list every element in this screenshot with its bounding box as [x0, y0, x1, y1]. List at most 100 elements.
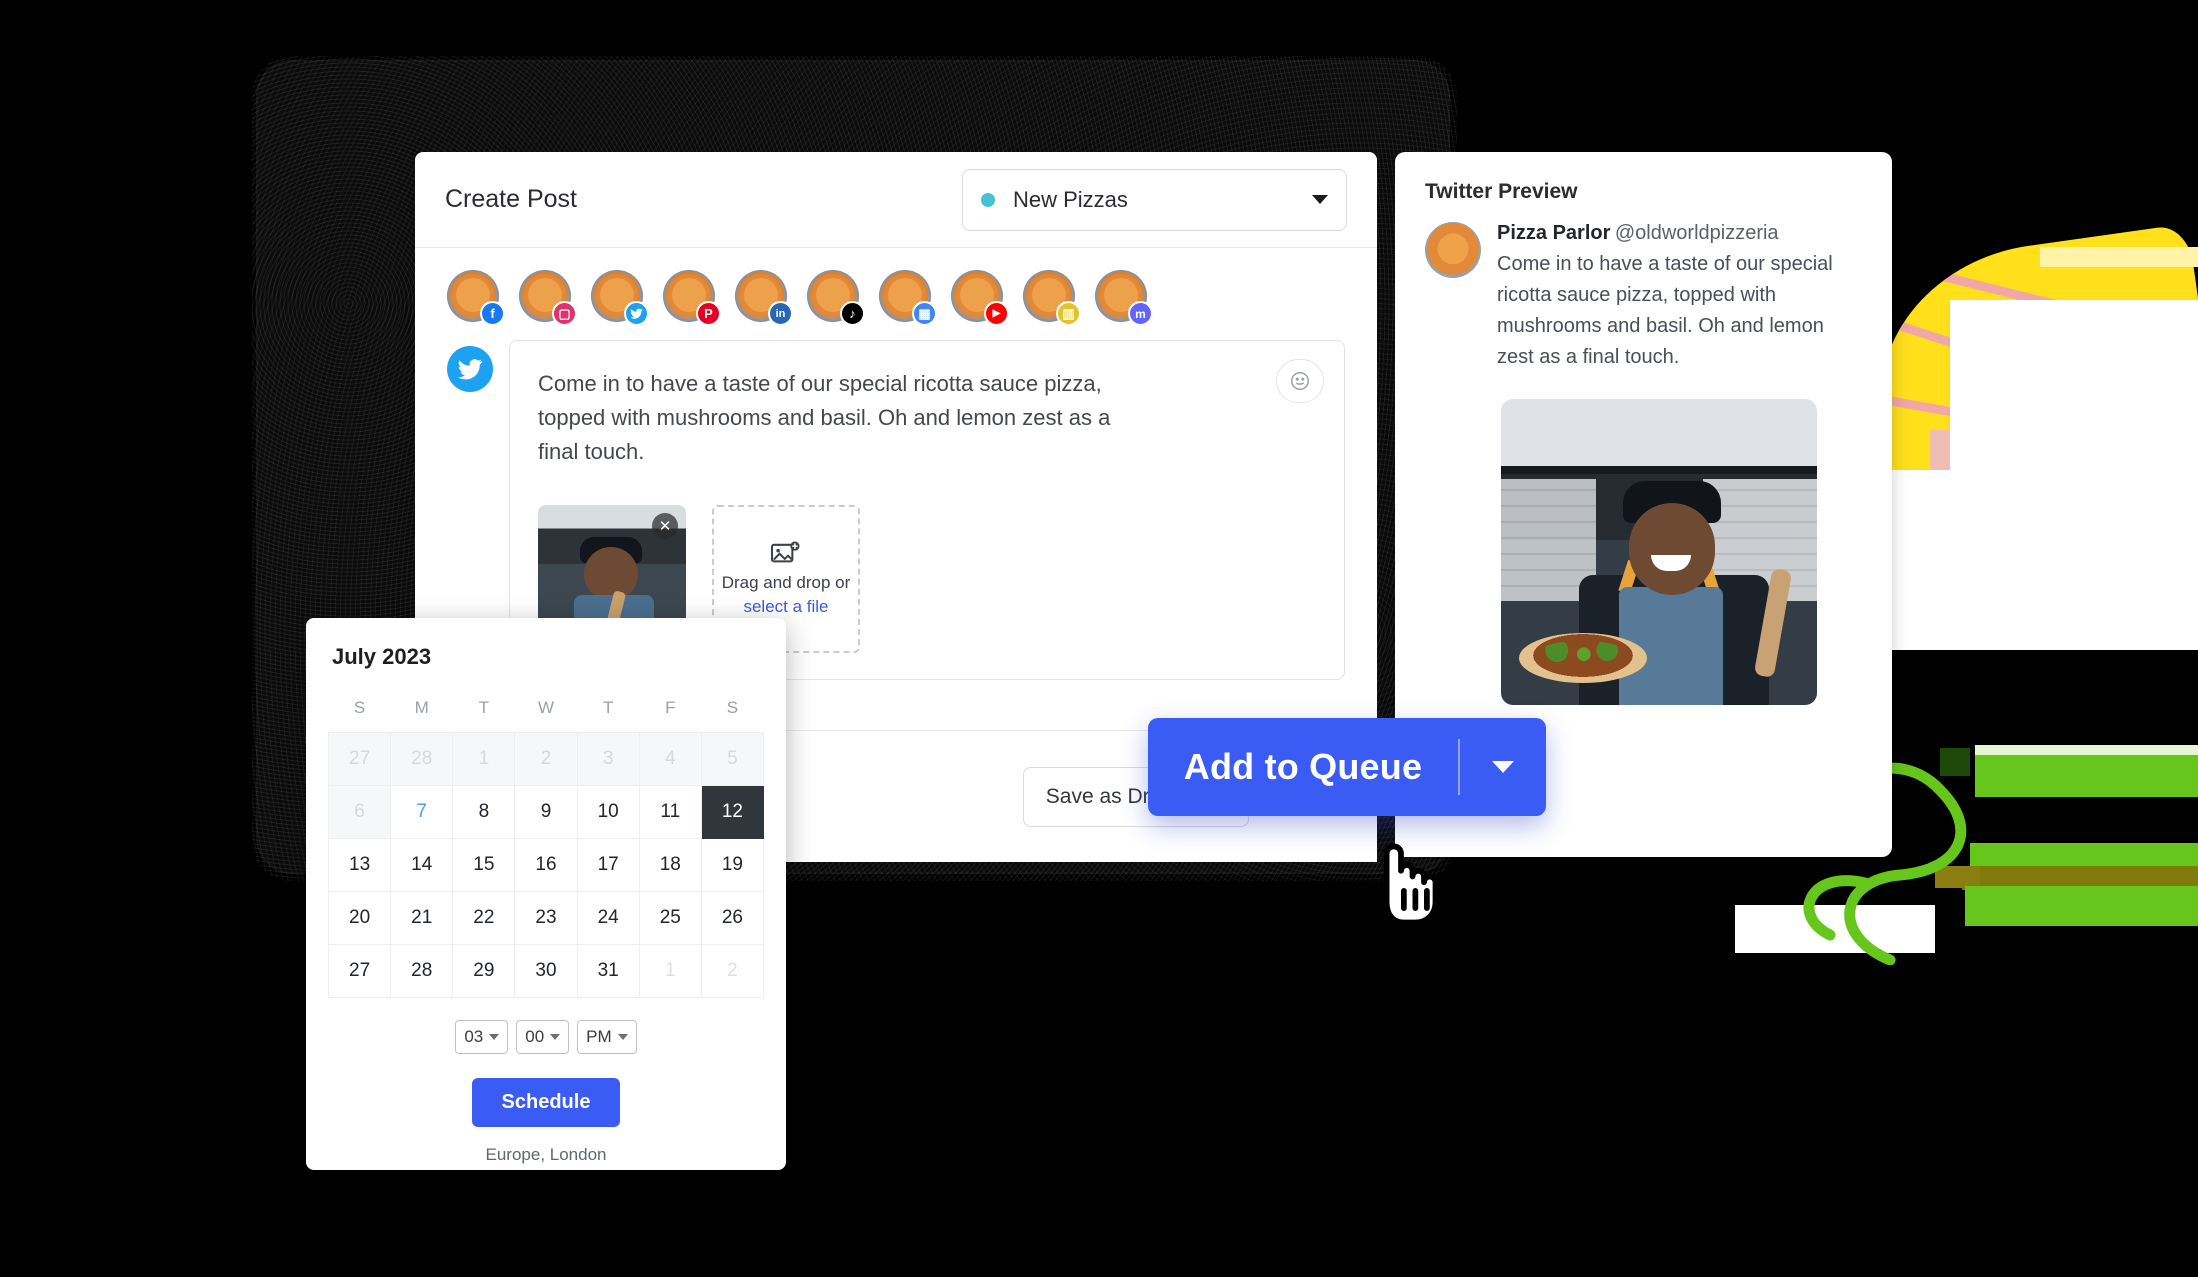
page-title: Create Post: [445, 185, 578, 213]
calendar-day-28[interactable]: 28: [390, 944, 454, 998]
meridiem-select[interactable]: PM: [577, 1020, 637, 1054]
calendar-day-16[interactable]: 16: [514, 838, 578, 892]
chevron-down-icon: [1312, 195, 1328, 204]
timezone-label: Europe, London: [485, 1145, 607, 1164]
account-avatar-facebook[interactable]: f: [447, 270, 505, 326]
time-picker-row: 03 00 PM: [328, 1020, 764, 1054]
calendar-day-31[interactable]: 31: [576, 944, 640, 998]
schedule-popover: July 2023 S M T W T F S 27 28 1 2 3 4 5 6 7 8 9 10 1…: [306, 618, 786, 1170]
account-avatar-linkedin[interactable]: in: [735, 270, 793, 326]
calendar-grid: S M T W T F S 27 28 1 2 3 4 5 6 7 8 9 10 11 12 13 14 15 1…: [327, 688, 765, 998]
decorative-yellow-blob: [1860, 223, 2198, 567]
minute-value: 00: [525, 1027, 545, 1046]
tweet-media-image: [1501, 399, 1817, 705]
calendar-day-10[interactable]: 10: [576, 785, 640, 839]
calendar-day-18[interactable]: 18: [638, 838, 702, 892]
campaign-color-dot: [981, 192, 995, 207]
tweet-author-handle: @oldworldpizzeria: [1614, 222, 1779, 244]
linkedin-icon: in: [768, 301, 793, 326]
calendar-week-row: 13 14 15 16 17 18 19: [327, 838, 765, 892]
add-to-queue-dropdown[interactable]: [1460, 761, 1546, 773]
hour-select[interactable]: 03: [455, 1020, 509, 1054]
calendar-day-11[interactable]: 11: [638, 785, 702, 839]
calendar-day-8[interactable]: 8: [452, 785, 516, 839]
account-avatar-tiktok[interactable]: ♪: [807, 270, 865, 326]
calendar-month-label: July 2023: [332, 644, 432, 669]
emoji-picker-button[interactable]: [1276, 359, 1324, 403]
calendar-day-17[interactable]: 17: [576, 838, 640, 892]
meridiem-value: PM: [586, 1027, 612, 1046]
weekday-label: F: [665, 698, 676, 717]
calendar-day-12[interactable]: 12: [700, 785, 765, 839]
calendar-day-24[interactable]: 24: [576, 891, 640, 945]
calendar-day-21[interactable]: 21: [390, 891, 454, 945]
calendar-day-9[interactable]: 9: [514, 785, 578, 839]
account-avatar-google-business[interactable]: ▦: [879, 270, 937, 326]
tweet-text: Come in to have a taste of our special r…: [1497, 253, 1833, 368]
campaign-select[interactable]: New Pizzas: [962, 168, 1347, 231]
weekday-label: S: [726, 698, 739, 717]
calendar-day-4: 4: [638, 732, 702, 786]
twitter-icon: [447, 346, 493, 392]
calendar-day-30[interactable]: 30: [514, 944, 578, 998]
decorative-green-square: [1940, 748, 1970, 776]
calendar-week-row: 20 21 22 23 24 25 26: [327, 891, 765, 945]
calendar-day-5: 5: [700, 732, 765, 786]
calendar-body: 27 28 1 2 3 4 5 6 7 8 9 10 11 12 13 14 15 16 17 18 19 20 21 22 2…: [327, 732, 765, 998]
calendar-day-2: 2: [514, 732, 578, 786]
account-avatar-mastodon[interactable]: m: [1095, 270, 1153, 326]
decorative-yellow-strip: [2040, 247, 2198, 267]
account-avatar-twitter[interactable]: [591, 270, 649, 326]
account-avatar-instagram[interactable]: ▢: [519, 270, 577, 326]
tweet-author-line: Pizza Parlor @oldworldpizzeria: [1497, 222, 1862, 245]
calendar-day-22[interactable]: 22: [452, 891, 516, 945]
decorative-olive-bar: [1962, 866, 2198, 890]
decorative-green-bar-2: [1970, 843, 2198, 869]
calendar-day-26[interactable]: 26: [700, 891, 765, 945]
tweet-body: Pizza Parlor @oldworldpizzeria Come in t…: [1497, 222, 1862, 373]
calendar-day-1: 1: [452, 732, 516, 786]
thumb-detail: [584, 547, 638, 602]
select-file-link[interactable]: select a file: [743, 597, 828, 617]
mouse-cursor-hand-icon: [1383, 843, 1439, 920]
image-detail: [1629, 503, 1715, 595]
chevron-down-icon: [617, 1034, 628, 1040]
calendar-day-13[interactable]: 13: [327, 838, 392, 892]
image-detail: [1501, 466, 1817, 475]
calendar-weekday-header: S M T W T F S: [329, 688, 764, 733]
calendar-day-23[interactable]: 23: [514, 891, 578, 945]
post-text: Come in to have a taste of our special r…: [538, 371, 1111, 465]
calendar-day-15[interactable]: 15: [452, 838, 516, 892]
calendar-week-row: 27 28 29 30 31 1 2: [327, 944, 765, 998]
calendar-day-19[interactable]: 19: [700, 838, 765, 892]
tweet: Pizza Parlor @oldworldpizzeria Come in t…: [1425, 222, 1862, 373]
connected-accounts-row: f ▢ P in ♪ ▦ ▶ ▥ m: [415, 248, 1377, 332]
tiktok-icon: ♪: [840, 301, 865, 326]
calendar-day-2: 2: [700, 944, 765, 998]
chevron-down-icon: [489, 1034, 500, 1040]
account-avatar-pinterest[interactable]: P: [663, 270, 721, 326]
add-to-queue-button[interactable]: Add to Queue: [1148, 718, 1546, 816]
account-avatar-shopify[interactable]: ▥: [1023, 270, 1081, 326]
calendar-day-20[interactable]: 20: [327, 891, 392, 945]
calendar-day-7[interactable]: 7: [390, 785, 454, 839]
create-post-header: Create Post New Pizzas: [415, 152, 1377, 248]
calendar-day-14[interactable]: 14: [390, 838, 454, 892]
minute-select[interactable]: 00: [516, 1020, 570, 1054]
account-avatar-youtube[interactable]: ▶: [951, 270, 1009, 326]
screenshot-stage: Create Post New Pizzas f ▢ P in ♪ ▦ ▶ ▥ …: [0, 0, 2198, 1277]
remove-attachment-button[interactable]: ✕: [652, 513, 678, 540]
calendar-week-row: 27 28 1 2 3 4 5: [327, 732, 765, 786]
image-upload-icon: [770, 541, 800, 563]
decorative-green-bar-light: [1975, 745, 2198, 756]
calendar-day-29[interactable]: 29: [452, 944, 516, 998]
campaign-select-value: New Pizzas: [1013, 186, 1128, 212]
chevron-down-icon: [550, 1034, 561, 1040]
weekday-label: T: [478, 698, 490, 717]
calendar-day-25[interactable]: 25: [638, 891, 702, 945]
avatar: [1425, 222, 1481, 278]
schedule-button[interactable]: Schedule: [471, 1078, 621, 1127]
calendar-day-27[interactable]: 27: [327, 944, 392, 998]
decorative-olive-bar-2: [1935, 866, 1980, 888]
youtube-icon: ▶: [984, 301, 1009, 326]
